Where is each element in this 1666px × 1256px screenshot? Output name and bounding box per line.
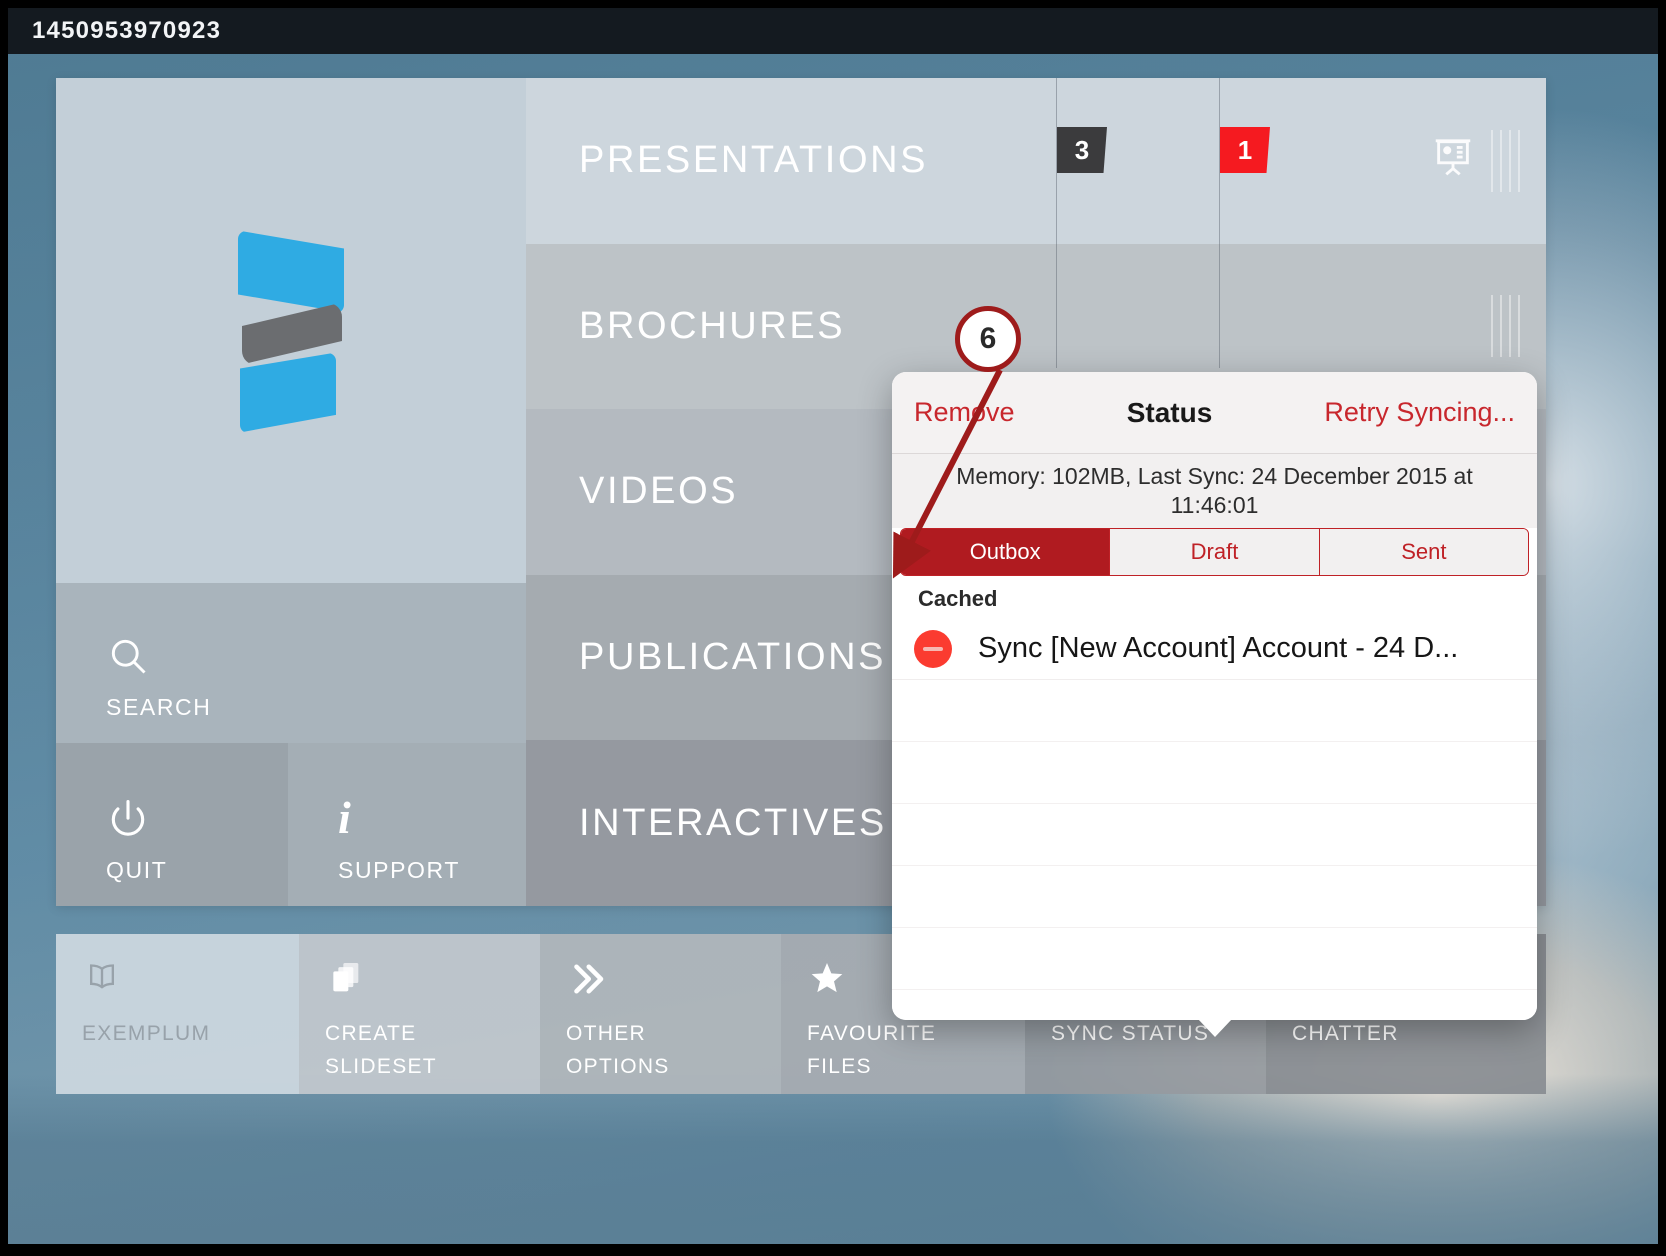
popover-pointer-tail — [1198, 1019, 1232, 1037]
badge-hanger-line — [1056, 78, 1057, 368]
toolbar-item-exemplum[interactable]: EXEMPLUM — [56, 934, 299, 1094]
toolbar-item-label: CHATTER — [1292, 1018, 1546, 1051]
company-logo-icon — [238, 231, 344, 431]
list-item-empty — [892, 928, 1537, 990]
delete-minus-icon[interactable] — [914, 630, 952, 668]
list-group-header: Cached — [892, 576, 1537, 618]
menu-row-label: VIDEOS — [579, 470, 738, 513]
segment-draft[interactable]: Draft — [1110, 529, 1319, 575]
list-item-label: Sync [New Account] Account - 24 D... — [978, 632, 1458, 665]
sidebar-item-label: SEARCH — [106, 694, 526, 721]
menu-row-label: INTERACTIVES — [579, 802, 887, 845]
toolbar-item-label: EXEMPLUM — [82, 1018, 299, 1051]
sidebar-bottom-row: QUIT i SUPPORT — [56, 743, 526, 906]
segment-outbox[interactable]: Outbox — [901, 529, 1110, 575]
book-icon — [82, 958, 299, 1012]
page-stack-marks — [1491, 130, 1520, 192]
sync-item-list: Cached Sync [New Account] Account - 24 D… — [892, 576, 1537, 1020]
sidebar-item-label: QUIT — [106, 857, 288, 884]
double-chevron-right-icon — [566, 958, 781, 1012]
toolbar-item-label: SYNC STATUS — [1051, 1018, 1266, 1051]
list-item-empty — [892, 680, 1537, 742]
memory-last-sync-text: Memory: 102MB, Last Sync: 24 December 20… — [892, 454, 1537, 528]
list-item-empty — [892, 866, 1537, 928]
info-icon: i — [338, 787, 526, 841]
toolbar-item-create-slideset[interactable]: CREATE SLIDESET — [299, 934, 540, 1094]
badge-hanger-line — [1219, 78, 1220, 368]
presentation-screen-icon — [1430, 135, 1476, 186]
app-window-frame: 1450953970923 SEARCH — [0, 0, 1666, 1256]
badge-count-dark: 3 — [1057, 127, 1107, 173]
list-item[interactable]: Sync [New Account] Account - 24 D... — [892, 618, 1537, 680]
sync-status-popover: Remove Status Retry Syncing... Memory: 1… — [892, 372, 1537, 1020]
toolbar-item-label: FAVOURITE FILES — [807, 1018, 1025, 1083]
stacked-pages-icon — [325, 958, 540, 1012]
menu-row-label: PRESENTATIONS — [579, 139, 928, 182]
window-title-bar: 1450953970923 — [8, 8, 1658, 54]
logo-cell — [56, 78, 526, 583]
mailbox-segmented-control[interactable]: Outbox Draft Sent — [900, 528, 1529, 576]
popover-header: Remove Status Retry Syncing... — [892, 372, 1537, 454]
page-stack-marks — [1491, 295, 1520, 357]
sidebar-item-search[interactable]: SEARCH — [56, 583, 526, 743]
remove-button[interactable]: Remove — [914, 397, 1015, 428]
power-icon — [106, 787, 288, 841]
sidebar-item-label: SUPPORT — [338, 857, 526, 884]
sidebar-item-quit[interactable]: QUIT — [56, 743, 288, 906]
list-item-empty — [892, 804, 1537, 866]
badge-count-red: 1 — [1220, 127, 1270, 173]
retry-syncing-button[interactable]: Retry Syncing... — [1324, 397, 1515, 428]
menu-row-label: BROCHURES — [579, 305, 845, 348]
toolbar-item-other-options[interactable]: OTHER OPTIONS — [540, 934, 781, 1094]
list-item-empty — [892, 742, 1537, 804]
annotation-step-number: 6 — [955, 306, 1021, 372]
popover-title: Status — [1015, 397, 1325, 429]
window-title-text: 1450953970923 — [8, 17, 221, 45]
sidebar-item-support[interactable]: i SUPPORT — [288, 743, 526, 906]
menu-row-presentations[interactable]: PRESENTATIONS — [526, 78, 1546, 244]
search-icon — [106, 624, 526, 678]
toolbar-item-label: CREATE SLIDESET — [325, 1018, 540, 1083]
segment-sent[interactable]: Sent — [1320, 529, 1528, 575]
menu-row-label: PUBLICATIONS — [579, 636, 886, 679]
app-canvas: SEARCH QUIT i — [8, 54, 1658, 1244]
toolbar-item-label: OTHER OPTIONS — [566, 1018, 781, 1083]
left-sidebar: SEARCH QUIT i — [56, 78, 526, 906]
